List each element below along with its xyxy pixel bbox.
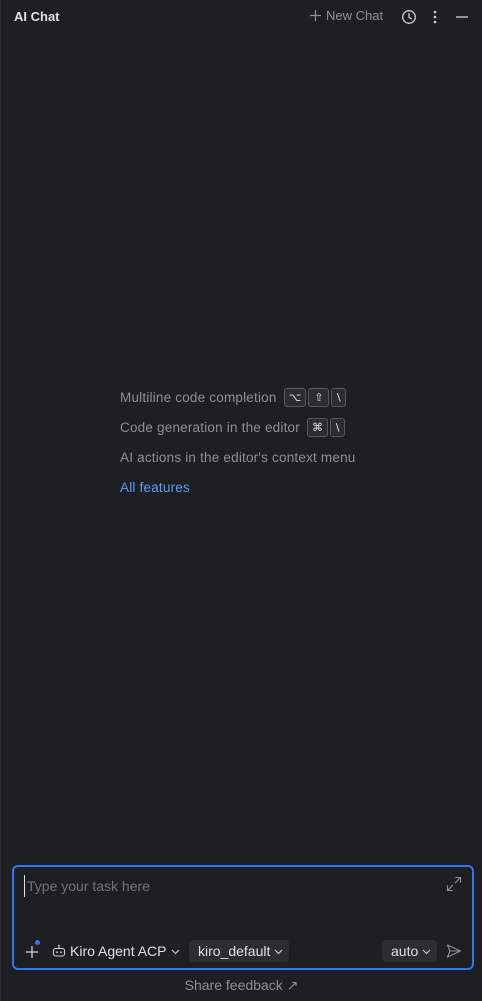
backslash-key: \ bbox=[331, 387, 347, 407]
agent-selector-label: Kiro Agent ACP bbox=[70, 943, 167, 959]
chevron-down-icon bbox=[171, 949, 179, 954]
send-icon[interactable] bbox=[445, 942, 463, 960]
plus-icon bbox=[310, 10, 321, 21]
all-features-row: All features bbox=[120, 476, 356, 498]
agent-selector[interactable]: Kiro Agent ACP bbox=[52, 940, 180, 962]
chevron-down-icon bbox=[422, 949, 431, 954]
panel-title: AI Chat bbox=[14, 9, 60, 24]
new-chat-button[interactable]: New Chat bbox=[309, 8, 383, 23]
all-features-link[interactable]: All features bbox=[120, 480, 190, 495]
more-vertical-icon[interactable] bbox=[426, 8, 444, 26]
empty-state-hints: Multiline code completion ⌥ ⇧ \ Code gen… bbox=[120, 386, 356, 506]
hint-label: Code generation in the editor bbox=[120, 419, 300, 435]
robot-icon bbox=[52, 944, 66, 957]
panel-header: AI Chat New Chat bbox=[1, 0, 482, 34]
task-input-box: Kiro Agent ACP kiro_default auto bbox=[12, 865, 474, 970]
hint-label: AI actions in the editor's context menu bbox=[120, 449, 356, 465]
shift-key: ⇧ bbox=[308, 387, 330, 407]
hint-code-generation: Code generation in the editor ⌘ \ bbox=[120, 416, 356, 438]
hint-ai-actions: AI actions in the editor's context menu bbox=[120, 446, 356, 468]
chevron-down-icon bbox=[275, 949, 283, 954]
option-key: ⌥ bbox=[283, 387, 307, 407]
profile-selector[interactable]: kiro_default bbox=[189, 940, 290, 962]
new-chat-label: New Chat bbox=[326, 8, 384, 23]
add-context-icon[interactable] bbox=[23, 943, 41, 961]
backslash-key: \ bbox=[330, 417, 346, 437]
shortcut-keys: ⌘ \ bbox=[306, 417, 346, 437]
notification-dot bbox=[35, 940, 40, 945]
ai-chat-panel: AI Chat New Chat Multiline code completi… bbox=[0, 0, 482, 1001]
input-toolbar: Kiro Agent ACP kiro_default auto bbox=[14, 939, 472, 963]
expand-icon[interactable] bbox=[446, 876, 462, 892]
minimize-icon[interactable] bbox=[453, 8, 471, 26]
command-key: ⌘ bbox=[306, 417, 329, 437]
task-input[interactable] bbox=[24, 875, 424, 897]
profile-selector-label: kiro_default bbox=[198, 943, 271, 959]
history-icon[interactable] bbox=[400, 8, 418, 26]
mode-selector[interactable]: auto bbox=[382, 940, 438, 962]
mode-selector-label: auto bbox=[391, 943, 419, 959]
hint-multiline-completion: Multiline code completion ⌥ ⇧ \ bbox=[120, 386, 356, 408]
share-feedback-link[interactable]: Share feedback ↗ bbox=[1, 977, 482, 994]
hint-label: Multiline code completion bbox=[120, 389, 277, 405]
shortcut-keys: ⌥ ⇧ \ bbox=[283, 387, 347, 407]
